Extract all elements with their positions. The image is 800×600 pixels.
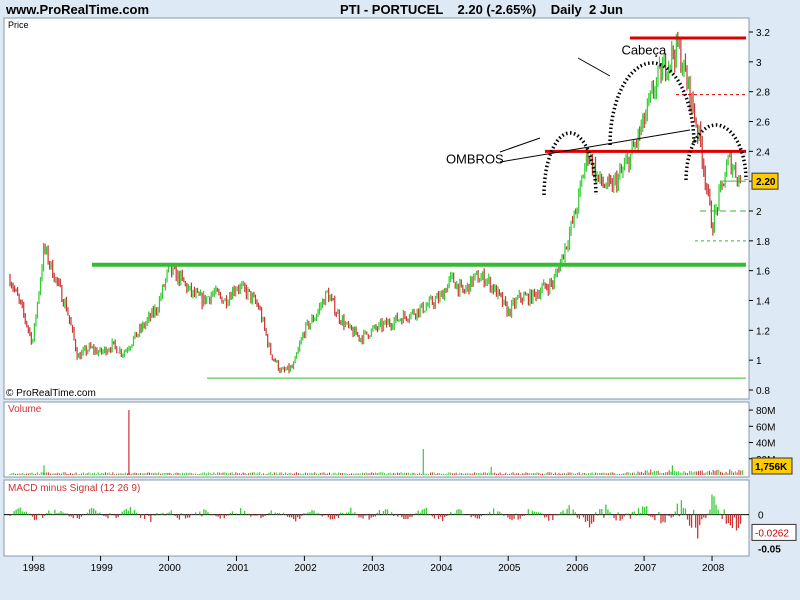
- x-tick-label: 1999: [91, 563, 114, 574]
- price-tick-label: 1.2: [756, 326, 770, 337]
- last-macd-label: -0.0262: [755, 528, 789, 539]
- price-tick-label: 1.4: [756, 297, 770, 308]
- macd-tick-label: -0.05: [758, 545, 781, 556]
- price-tick-label: 1.6: [756, 267, 770, 278]
- ombros-label: OMBROS: [446, 151, 504, 166]
- macd-panel-title: MACD minus Signal (12 26 9): [8, 483, 140, 494]
- x-tick-label: 2005: [498, 563, 521, 574]
- chart-canvas[interactable]: 0.811.21.41.61.822.22.42.62.833.22.20199…: [0, 0, 800, 600]
- volume-panel-title: Volume: [8, 404, 42, 415]
- price-tick-label: 3.2: [756, 28, 770, 39]
- cabeca-label: Cabeça: [621, 42, 667, 57]
- macd-tick-label: 0: [758, 511, 764, 522]
- price-tick-label: 0.8: [756, 386, 770, 397]
- price-tick-label: 2.4: [756, 147, 770, 158]
- x-tick-label: 2002: [294, 563, 317, 574]
- price-tick-label: 2.8: [756, 88, 770, 99]
- volume-tick-label: 80M: [756, 406, 775, 417]
- x-tick-label: 2003: [362, 563, 385, 574]
- last-price-label: 2.20: [756, 177, 776, 188]
- x-tick-label: 1998: [23, 563, 46, 574]
- copyright-label: © ProRealTime.com: [6, 388, 96, 399]
- price-tick-label: 1: [756, 356, 762, 367]
- x-tick-label: 2001: [226, 563, 249, 574]
- chart-window: www.ProRealTime.com PTI - PORTUCEL 2.20 …: [0, 0, 800, 600]
- volume-tick-label: 60M: [756, 422, 775, 433]
- price-panel-title: Price: [8, 20, 29, 30]
- price-tick-label: 2: [756, 207, 762, 218]
- x-tick-label: 2007: [634, 563, 657, 574]
- x-tick-label: 2000: [159, 563, 182, 574]
- price-tick-label: 2.6: [756, 118, 770, 129]
- volume-panel: [3, 401, 750, 478]
- x-tick-label: 2006: [566, 563, 589, 574]
- price-tick-label: 1.8: [756, 237, 770, 248]
- x-tick-label: 2004: [430, 563, 453, 574]
- price-tick-label: 3: [756, 58, 762, 69]
- last-volume-label: 1,756K: [755, 462, 788, 473]
- volume-tick-label: 40M: [756, 439, 775, 450]
- x-tick-label: 2008: [702, 563, 725, 574]
